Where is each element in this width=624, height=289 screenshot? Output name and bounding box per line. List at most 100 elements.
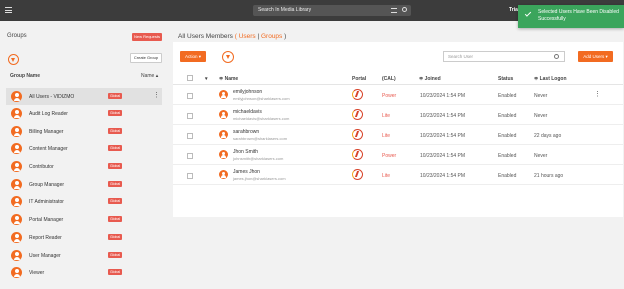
table-row[interactable]: James Jhon james.jhon@sharklasers.com Li… [173, 166, 623, 185]
cal-value: Lite [382, 173, 391, 179]
group-name: Portal Manager [29, 217, 64, 223]
user-name[interactable]: Jhon Smith [233, 149, 258, 155]
cal-value: Lite [382, 133, 391, 139]
joined-date: 10/23/2024 1:54 PM [420, 133, 466, 139]
last-logon: Never [534, 113, 548, 119]
groups-filter-icon[interactable] [8, 54, 19, 65]
group-name: Audit Log Reader [29, 111, 68, 117]
group-row[interactable]: Viewer Global [6, 264, 162, 281]
create-group-button[interactable]: Create Group [130, 53, 162, 63]
portal-logo-icon [352, 129, 363, 140]
group-name: Billing Manager [29, 129, 64, 135]
group-row[interactable]: Billing Manager Global [6, 123, 162, 140]
name-column-header[interactable]: ≑ Name [219, 76, 238, 82]
last-logon: 22 days ago [534, 133, 562, 139]
user-name[interactable]: sarahbrown [233, 129, 259, 135]
group-row[interactable]: Group Manager Global [6, 176, 162, 193]
group-row[interactable]: Portal Manager Global [6, 211, 162, 228]
group-row[interactable]: Audit Log Reader Global [6, 105, 162, 122]
select-all-checkbox[interactable] [187, 75, 193, 81]
group-row[interactable]: Report Reader Global [6, 229, 162, 246]
group-row[interactable]: User Manager Global [6, 247, 162, 264]
groups-panel: Groups New Requests Create Group Group N… [0, 21, 169, 289]
group-row[interactable]: Contributor Global [6, 158, 162, 175]
search-user-input[interactable]: Search User [443, 51, 565, 62]
global-badge: Global [108, 252, 122, 258]
group-icon [11, 126, 22, 137]
group-icon [11, 250, 22, 261]
user-avatar-icon [219, 130, 228, 139]
joined-date: 10/23/2024 1:54 PM [420, 113, 466, 119]
groups-link[interactable]: Groups [261, 33, 282, 40]
users-panel: All Users Members ( Users | Groups ) Act… [172, 21, 624, 289]
row-checkbox[interactable] [187, 173, 193, 179]
joined-column-header[interactable]: ≑ Joined [419, 76, 441, 82]
hamburger-menu-icon[interactable] [5, 7, 12, 13]
group-row[interactable]: All Users - VIDIZMO Global ⋮ [6, 88, 162, 105]
group-sort-control[interactable]: Name ▴ [141, 73, 158, 79]
group-icon [11, 161, 22, 172]
group-name: IT Administrator [29, 199, 64, 205]
users-filter-icon[interactable] [222, 51, 234, 63]
joined-date: 10/23/2024 1:54 PM [420, 173, 466, 179]
table-row[interactable]: Jhon Smith johnsmith@sharklasers.com Pow… [173, 146, 623, 165]
more-options-icon[interactable]: ⋮ [594, 90, 601, 98]
user-email: emilyjohnson@sharklasers.com [233, 96, 290, 101]
search-user-placeholder: Search User [448, 54, 474, 59]
last-logon-column-header[interactable]: ≑ Last Logon [534, 76, 567, 82]
table-row[interactable]: emilyjohnson emilyjohnson@sharklasers.co… [173, 86, 623, 105]
cal-value: Lite [382, 113, 391, 119]
last-logon: Never [534, 153, 548, 159]
group-icon [11, 232, 22, 243]
title-prefix: All Users Members [178, 33, 233, 40]
user-status: Enabled [498, 113, 517, 119]
media-library-search-placeholder: Search In Media Library [258, 7, 312, 13]
user-avatar-icon [219, 90, 228, 99]
global-badge: Global [108, 163, 122, 169]
portal-logo-icon [352, 169, 363, 180]
user-avatar-icon [219, 170, 228, 179]
user-name[interactable]: michaeldavis [233, 109, 262, 115]
group-name: Group Manager [29, 182, 65, 188]
title-suffix: ) [284, 33, 287, 40]
group-row[interactable]: IT Administrator Global [6, 193, 162, 210]
user-avatar-icon [219, 150, 228, 159]
group-icon [11, 214, 22, 225]
media-library-search[interactable]: Search In Media Library [253, 5, 411, 16]
global-badge: Global [108, 234, 122, 240]
portal-logo-icon [352, 89, 363, 100]
group-icon [11, 143, 22, 154]
user-avatar-icon [219, 110, 228, 119]
search-icon[interactable] [402, 7, 407, 12]
table-row[interactable]: michaeldavis michaeldavis@sharklasers.co… [173, 106, 623, 125]
more-options-icon[interactable]: ⋮ [153, 91, 160, 99]
row-checkbox[interactable] [187, 133, 193, 139]
global-badge: Global [108, 181, 122, 187]
table-row[interactable]: sarahbrown sarahbrown@sharklasers.com Li… [173, 126, 623, 145]
group-name: Content Manager [29, 146, 68, 152]
add-users-button[interactable]: Add Users ▾ [578, 51, 613, 62]
user-name[interactable]: emilyjohnson [233, 89, 262, 95]
cal-value: Power [382, 93, 397, 99]
group-row[interactable]: Content Manager Global [6, 140, 162, 157]
row-checkbox[interactable] [187, 113, 193, 119]
group-icon [11, 196, 22, 207]
user-name[interactable]: James Jhon [233, 169, 260, 175]
search-icon[interactable] [554, 54, 559, 59]
portal-logo-icon [352, 149, 363, 160]
select-all-caret-icon[interactable]: ▾ [205, 76, 208, 82]
cal-value: Power [382, 153, 397, 159]
user-email: michaeldavis@sharklasers.com [233, 116, 290, 121]
global-badge: Global [108, 128, 122, 134]
row-checkbox[interactable] [187, 93, 193, 99]
group-name: Report Reader [29, 235, 62, 241]
last-logon: 21 hours ago [534, 173, 564, 179]
filter-list-icon[interactable] [391, 8, 397, 13]
new-requests-button[interactable]: New Requests [132, 33, 162, 41]
users-link[interactable]: ( Users [235, 33, 256, 40]
groups-title: Groups [7, 33, 27, 39]
action-dropdown-button[interactable]: Action ▾ [180, 51, 206, 62]
row-checkbox[interactable] [187, 153, 193, 159]
users-card: Action ▾ Search User Add Users ▾ ▾ ≑ Nam… [173, 42, 623, 217]
last-logon: Never [534, 93, 548, 99]
